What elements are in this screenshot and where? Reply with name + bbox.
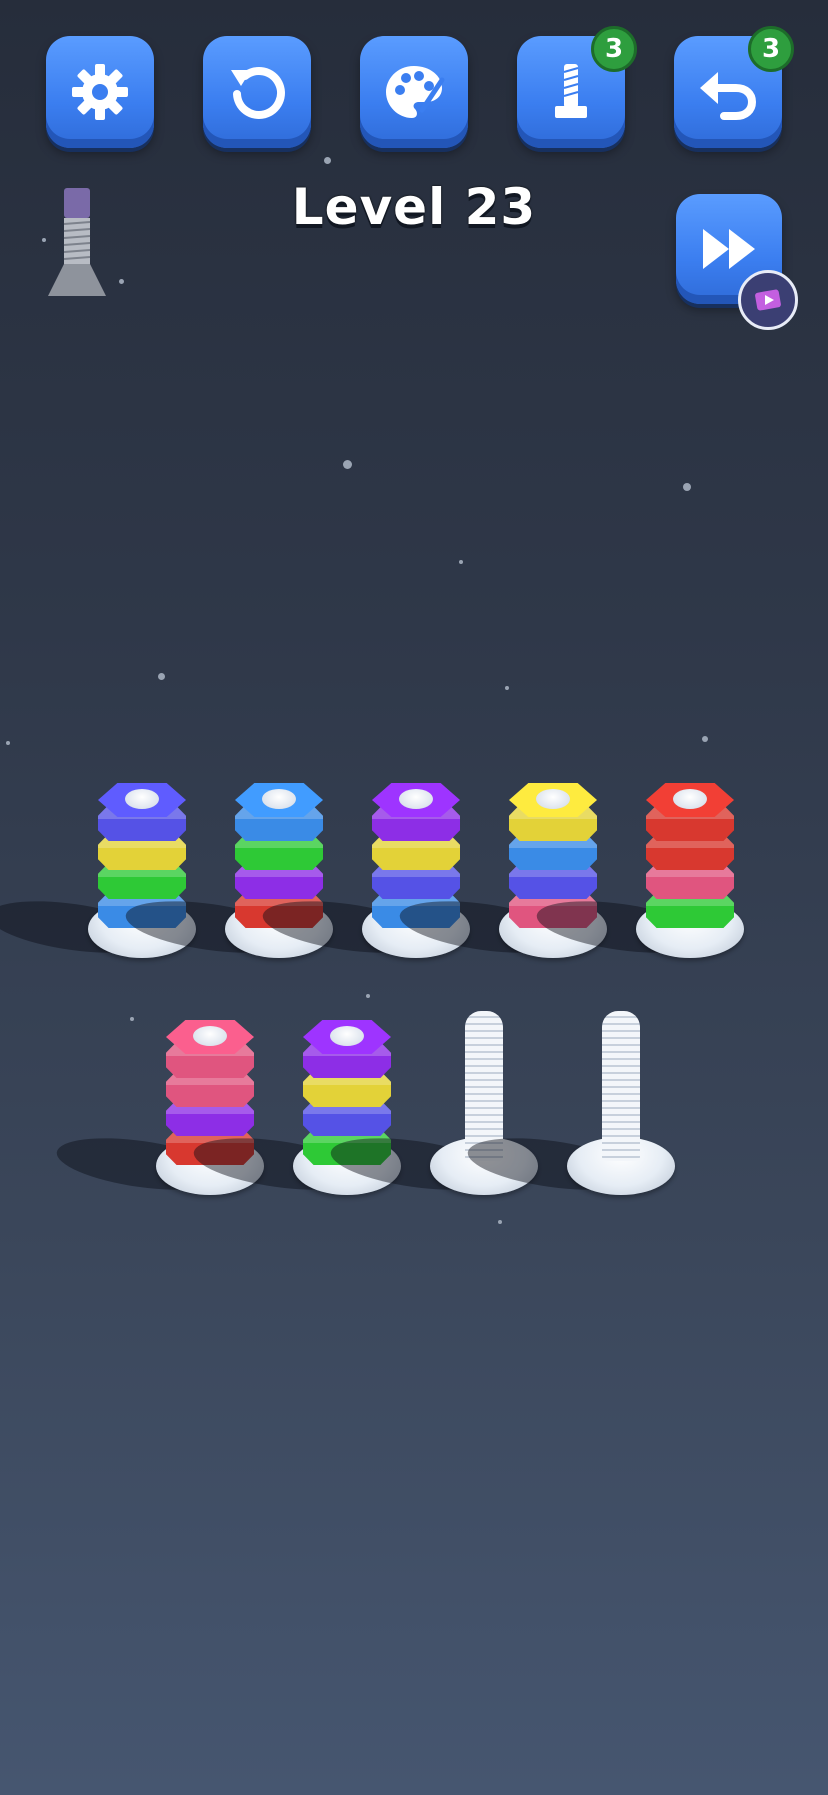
bolt-icon	[555, 64, 587, 118]
bolt-tip	[125, 789, 159, 809]
star	[683, 483, 691, 491]
undo-icon	[700, 72, 757, 120]
theme-button[interactable]	[360, 36, 468, 148]
fast-forward-icon	[703, 229, 755, 269]
restart-icon	[231, 67, 285, 119]
extra-bolt-button[interactable]: 3	[517, 26, 637, 148]
threaded-rod	[602, 1011, 640, 1161]
restart-button[interactable]	[203, 36, 311, 148]
gear-icon	[72, 64, 128, 120]
bolt-tip	[536, 789, 570, 809]
skip-level-button[interactable]	[676, 194, 798, 330]
star	[505, 686, 509, 690]
settings-button[interactable]	[46, 36, 154, 148]
bolt-pole[interactable]	[464, 975, 677, 1199]
star	[498, 1220, 502, 1224]
video-ad-icon	[738, 270, 798, 330]
bolt-pole[interactable]	[533, 738, 746, 962]
star	[459, 560, 463, 564]
bolt-tip	[193, 1026, 227, 1046]
star	[343, 460, 352, 469]
bolt-tip	[262, 789, 296, 809]
palette-icon	[386, 66, 445, 118]
bolt-tip	[673, 789, 707, 809]
star	[324, 157, 331, 164]
undo-count-badge: 3	[748, 26, 794, 72]
bolt-tip	[330, 1026, 364, 1046]
bolt-count-badge: 3	[591, 26, 637, 72]
undo-button[interactable]: 3	[674, 26, 794, 148]
star	[158, 673, 165, 680]
bolt-tip	[399, 789, 433, 809]
star	[6, 741, 10, 745]
star	[130, 1017, 134, 1021]
star	[119, 279, 124, 284]
